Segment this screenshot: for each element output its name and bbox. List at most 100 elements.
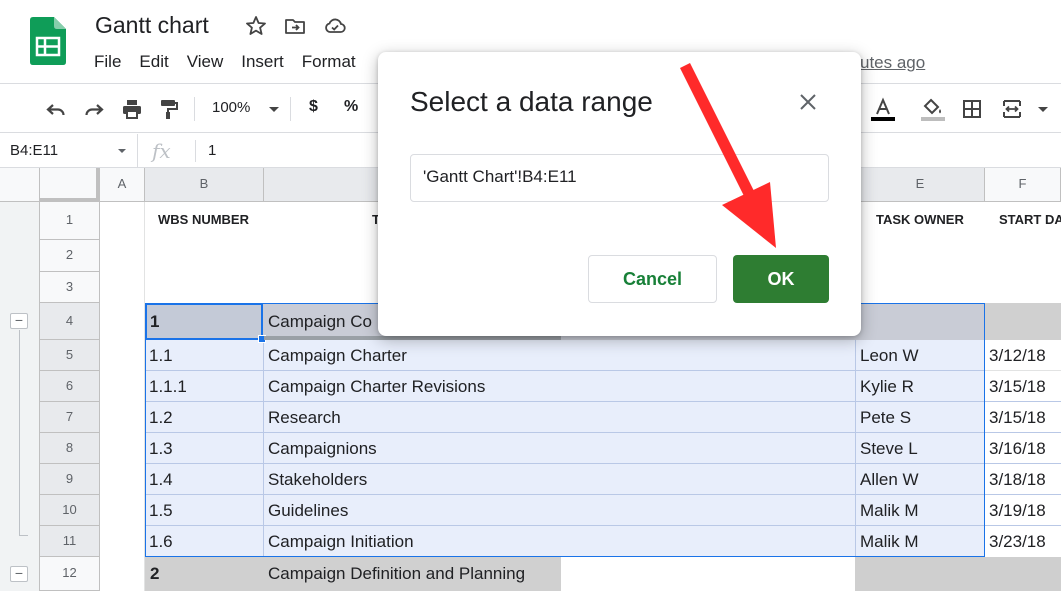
toolbar-divider xyxy=(290,97,291,121)
collapse-group-button[interactable]: − xyxy=(10,313,28,329)
column-header-b[interactable]: B xyxy=(145,168,264,202)
last-edit-link[interactable]: utes ago xyxy=(860,53,925,73)
menu-file[interactable]: File xyxy=(94,52,121,72)
paint-format-icon[interactable] xyxy=(157,97,181,121)
group-gutter xyxy=(0,168,40,591)
row-gridline xyxy=(985,370,1061,371)
column-header-f[interactable]: F xyxy=(985,168,1061,202)
cell-owner[interactable]: Leon W xyxy=(860,346,919,366)
cell-owner[interactable]: Kylie R xyxy=(860,377,914,397)
cell-wbs[interactable]: 1.1 xyxy=(149,346,173,366)
row-header[interactable]: 1 xyxy=(40,202,100,240)
cell-task[interactable]: Campaign Charter Revisions xyxy=(268,377,485,397)
cell-start[interactable]: 3/15/18 xyxy=(989,377,1046,397)
cell-task[interactable]: Stakeholders xyxy=(268,470,367,490)
close-icon[interactable] xyxy=(796,90,820,114)
chevron-down-icon[interactable] xyxy=(262,97,286,121)
header-start-date: START DA xyxy=(999,212,1061,227)
section-row-band-extra[interactable] xyxy=(985,303,1061,340)
cell-start[interactable]: 3/15/18 xyxy=(989,408,1046,428)
fill-color-icon[interactable] xyxy=(921,97,945,121)
move-folder-icon[interactable] xyxy=(283,14,307,38)
blank-cell-block[interactable] xyxy=(561,557,855,591)
group-line-end xyxy=(19,535,28,536)
name-box[interactable]: B4:E11 xyxy=(0,134,138,168)
cell-owner[interactable]: Steve L xyxy=(860,439,918,459)
merge-cells-icon[interactable] xyxy=(1000,97,1024,121)
cell-wbs[interactable]: 1.4 xyxy=(149,470,173,490)
cell-wbs[interactable]: 2 xyxy=(150,564,159,584)
formula-input[interactable]: 1 xyxy=(208,142,216,159)
menu-bar: File Edit View Insert Format xyxy=(94,52,374,72)
cell-wbs[interactable]: 1.1.1 xyxy=(149,377,187,397)
ok-button[interactable]: OK xyxy=(733,255,829,303)
chevron-down-icon[interactable] xyxy=(1031,97,1055,121)
header-task-owner: TASK OWNER xyxy=(876,212,964,227)
cancel-button[interactable]: Cancel xyxy=(588,255,717,303)
collapse-group-button[interactable]: − xyxy=(10,566,28,582)
cell-owner[interactable]: Malik M xyxy=(860,501,919,521)
menu-format[interactable]: Format xyxy=(302,52,356,72)
row-header[interactable]: 8 xyxy=(40,433,100,464)
cloud-saved-icon[interactable] xyxy=(323,14,347,38)
row-header[interactable]: 5 xyxy=(40,340,100,371)
section-row-band-extra[interactable] xyxy=(855,557,1061,591)
row-header[interactable]: 9 xyxy=(40,464,100,495)
cell-start[interactable]: 3/12/18 xyxy=(989,346,1046,366)
text-color-icon[interactable] xyxy=(871,97,895,121)
header-wbs-number: WBS NUMBER xyxy=(158,212,249,227)
row-header[interactable]: 12 xyxy=(40,557,100,591)
cell-owner[interactable]: Allen W xyxy=(860,470,919,490)
sheets-window: Gantt chart File Edit View Insert Format… xyxy=(0,0,1061,591)
zoom-select[interactable]: 100% xyxy=(212,99,250,116)
cell-wbs[interactable]: 1.5 xyxy=(149,501,173,521)
toolbar-divider xyxy=(194,97,195,121)
borders-icon[interactable] xyxy=(960,97,984,121)
chevron-down-icon[interactable] xyxy=(114,143,130,159)
row-header[interactable]: 7 xyxy=(40,402,100,433)
cell-task[interactable]: Research xyxy=(268,408,341,428)
cell-task[interactable]: Guidelines xyxy=(268,501,348,521)
cell-task[interactable]: Campaign Initiation xyxy=(268,532,414,552)
column-header-a[interactable]: A xyxy=(100,168,145,202)
cell-task[interactable]: Campaign Charter xyxy=(268,346,407,366)
currency-format-button[interactable]: $ xyxy=(309,98,318,116)
print-icon[interactable] xyxy=(120,97,144,121)
cell-start[interactable]: 3/23/18 xyxy=(989,532,1046,552)
cell-owner[interactable]: Malik M xyxy=(860,532,919,552)
sheets-logo-icon[interactable] xyxy=(30,17,66,65)
cell-wbs[interactable]: 1.3 xyxy=(149,439,173,459)
row-header[interactable]: 2 xyxy=(40,240,100,272)
star-icon[interactable] xyxy=(244,14,268,38)
menu-insert[interactable]: Insert xyxy=(241,52,284,72)
cell-wbs[interactable]: 1 xyxy=(150,312,159,332)
cell-start[interactable]: 3/18/18 xyxy=(989,470,1046,490)
cell-start[interactable]: 3/19/18 xyxy=(989,501,1046,521)
percent-format-button[interactable]: % xyxy=(344,98,358,116)
cell-task[interactable]: Campaign Definition and Planning xyxy=(268,564,525,584)
row-header[interactable]: 6 xyxy=(40,371,100,402)
row-header[interactable]: 3 xyxy=(40,272,100,303)
menu-edit[interactable]: Edit xyxy=(139,52,168,72)
group-line xyxy=(19,330,20,535)
active-cell[interactable] xyxy=(145,303,263,340)
row-header[interactable]: 11 xyxy=(40,526,100,557)
column-a-cells[interactable] xyxy=(100,202,145,591)
column-header-e[interactable]: E xyxy=(856,168,985,202)
select-all-corner[interactable] xyxy=(40,168,100,202)
cell-wbs[interactable]: 1.2 xyxy=(149,408,173,428)
redo-icon[interactable] xyxy=(82,97,106,121)
document-title[interactable]: Gantt chart xyxy=(95,12,209,39)
data-range-input[interactable]: 'Gantt Chart'!B4:E11 xyxy=(410,154,829,202)
undo-icon[interactable] xyxy=(44,97,68,121)
cell-task[interactable]: Campaignions xyxy=(268,439,377,459)
row-header[interactable]: 10 xyxy=(40,495,100,526)
select-data-range-dialog: Select a data range 'Gantt Chart'!B4:E11… xyxy=(378,52,861,336)
fx-icon: fx xyxy=(152,139,171,163)
cell-owner[interactable]: Pete S xyxy=(860,408,911,428)
cell-wbs[interactable]: 1.6 xyxy=(149,532,173,552)
row-header[interactable]: 4 xyxy=(40,303,100,340)
menu-view[interactable]: View xyxy=(187,52,224,72)
cell-task[interactable]: Campaign Co xyxy=(268,312,378,332)
cell-start[interactable]: 3/16/18 xyxy=(989,439,1046,459)
